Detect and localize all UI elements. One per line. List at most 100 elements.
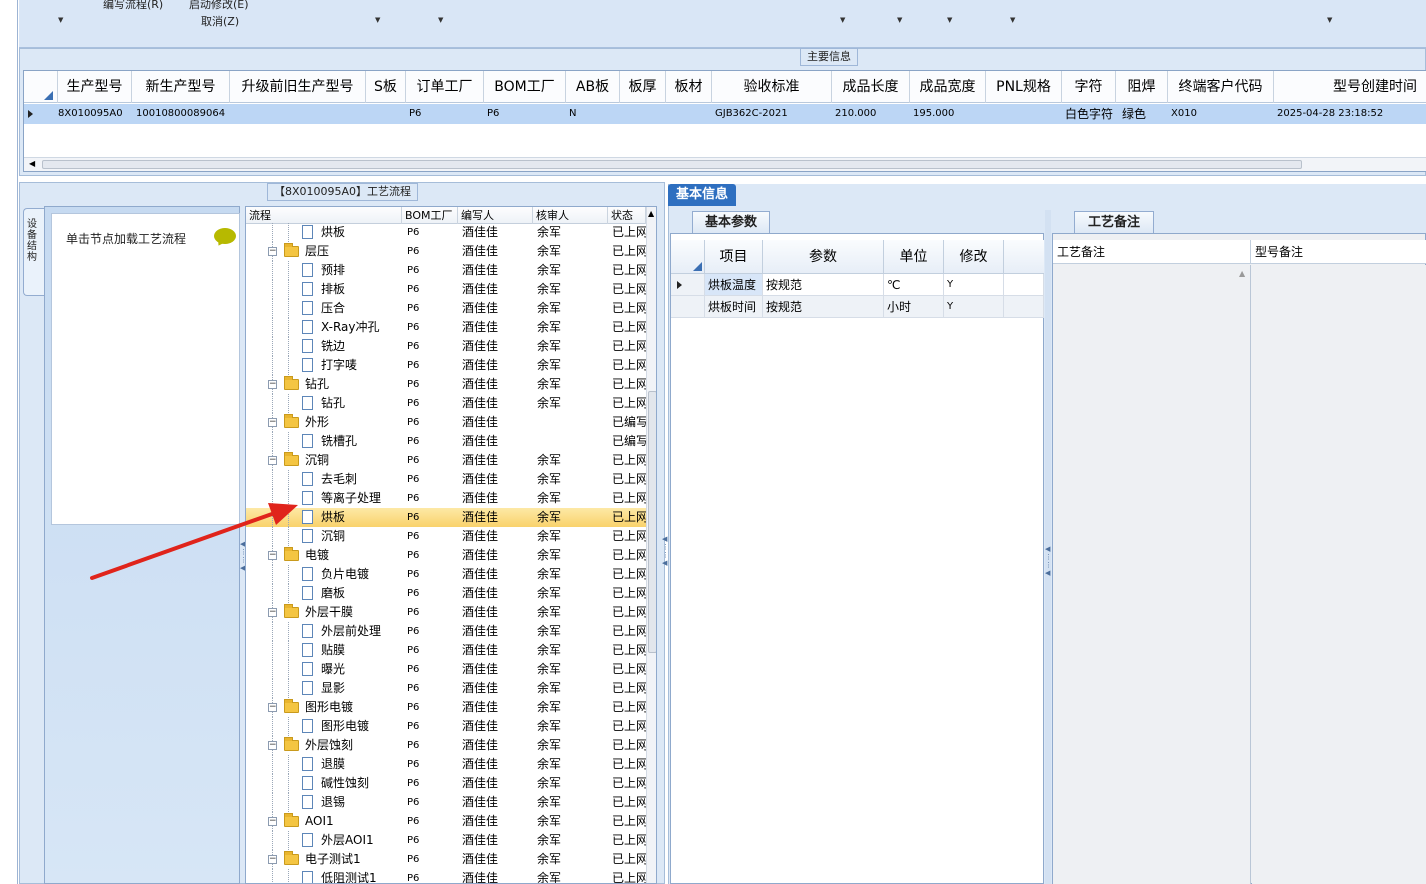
cell-checker[interactable]: 余军 (537, 470, 607, 489)
cell-width[interactable]: 195.000 (910, 104, 986, 124)
cell-bom[interactable]: P6 (407, 812, 457, 831)
cell-writer[interactable]: 酒佳佳 (462, 280, 532, 299)
cell-status[interactable]: 已上网 (612, 622, 646, 641)
cell-status[interactable]: 已上网 (612, 470, 646, 489)
dropdown-caret-icon[interactable]: ▼ (840, 16, 845, 24)
side-tab-structure[interactable]: 设备结构 (23, 208, 44, 296)
col-flow[interactable]: 流程 (246, 207, 402, 224)
tree-row[interactable]: 烘板 P6 酒佳佳 余军 已上网 (246, 508, 646, 527)
tree-row[interactable]: − 外形 P6 酒佳佳 已编写 (246, 413, 646, 432)
cell-flow-name[interactable]: 外层蚀刻 (305, 736, 401, 755)
cell-writer[interactable]: 酒佳佳 (462, 584, 532, 603)
edit-flow-button[interactable]: 编写流程(R) (103, 0, 163, 12)
cell-checker[interactable]: 余军 (537, 527, 607, 546)
col-length[interactable]: 成品长度 (832, 71, 910, 103)
collapse-icon[interactable]: − (268, 380, 277, 389)
cell-flow-name[interactable]: 退锡 (321, 793, 401, 812)
collapse-icon[interactable]: − (268, 418, 277, 427)
col-customer[interactable]: 终端客户代码 (1168, 71, 1274, 103)
cell-bom[interactable]: P6 (407, 375, 457, 394)
cell-status[interactable]: 已上网 (612, 679, 646, 698)
cell-flow-name[interactable]: X-Ray冲孔 (321, 318, 401, 337)
cell-item[interactable]: 烘板温度 (705, 274, 763, 296)
tree-row[interactable]: 显影 P6 酒佳佳 余军 已上网 (246, 679, 646, 698)
cell-flow-name[interactable]: 烘板 (321, 508, 401, 527)
cell-writer[interactable]: 酒佳佳 (462, 793, 532, 812)
cell-checker[interactable]: 余军 (537, 280, 607, 299)
cell-status[interactable]: 已编写 (612, 413, 646, 432)
tree-row[interactable]: 负片电镀 P6 酒佳佳 余军 已上网 (246, 565, 646, 584)
tree-row[interactable]: − 外层干膜 P6 酒佳佳 余军 已上网 (246, 603, 646, 622)
tree-row[interactable]: 压合 P6 酒佳佳 余军 已上网 (246, 299, 646, 318)
col-modify[interactable]: 修改 (944, 240, 1004, 274)
cell-bom[interactable]: P6 (407, 337, 457, 356)
col-thickness[interactable]: 板厚 (620, 71, 666, 103)
tree-row[interactable]: X-Ray冲孔 P6 酒佳佳 余军 已上网 (246, 318, 646, 337)
cell-bom[interactable]: P6 (407, 261, 457, 280)
cell-writer[interactable]: 酒佳佳 (462, 622, 532, 641)
tree-row[interactable]: 铣槽孔 P6 酒佳佳 已编写 (246, 432, 646, 451)
cell-status[interactable]: 已上网 (612, 736, 646, 755)
collapse-icon[interactable]: − (268, 741, 277, 750)
cell-status[interactable]: 已上网 (612, 356, 646, 375)
tree-row[interactable]: 退膜 P6 酒佳佳 余军 已上网 (246, 755, 646, 774)
cell-flow-name[interactable]: 压合 (321, 299, 401, 318)
cell-writer[interactable]: 酒佳佳 (462, 489, 532, 508)
tab-basic-info[interactable]: 基本信息 (668, 184, 736, 206)
cell-writer[interactable]: 酒佳佳 (462, 413, 532, 432)
cell-flow-name[interactable]: 显影 (321, 679, 401, 698)
col-pnl[interactable]: PNL规格 (986, 71, 1062, 103)
cell-writer[interactable]: 酒佳佳 (462, 451, 532, 470)
tab-basic-params[interactable]: 基本参数 (692, 211, 770, 233)
cell-status[interactable]: 已上网 (612, 318, 646, 337)
cell-flow-name[interactable]: 等离子处理 (321, 489, 401, 508)
cell-writer[interactable]: 酒佳佳 (462, 774, 532, 793)
cell-writer[interactable]: 酒佳佳 (462, 470, 532, 489)
cell-flow-name[interactable]: 去毛刺 (321, 470, 401, 489)
dropdown-caret-icon[interactable]: ▼ (947, 16, 952, 24)
scroll-up-icon[interactable]: ▲ (648, 209, 654, 218)
col-param[interactable]: 参数 (763, 240, 884, 274)
cell-bom[interactable]: P6 (407, 622, 457, 641)
cell-bom[interactable]: P6 (407, 565, 457, 584)
dropdown-caret-icon[interactable]: ▼ (1327, 16, 1332, 24)
cell-param[interactable]: 按规范 (763, 296, 884, 318)
cell-checker[interactable]: 余军 (537, 698, 607, 717)
cell-writer[interactable]: 酒佳佳 (462, 299, 532, 318)
cell-status[interactable]: 已上网 (612, 565, 646, 584)
cell-status[interactable]: 已上网 (612, 812, 646, 831)
cell-bom[interactable]: P6 (407, 432, 457, 451)
cell-bom[interactable]: P6 (407, 508, 457, 527)
tree-row[interactable]: 沉铜 P6 酒佳佳 余军 已上网 (246, 527, 646, 546)
col-material[interactable]: 板材 (666, 71, 712, 103)
cell-checker[interactable]: 余军 (537, 679, 607, 698)
cell-status[interactable]: 已上网 (612, 489, 646, 508)
collapse-icon[interactable]: − (268, 247, 277, 256)
horizontal-scrollbar[interactable]: ◀ (24, 157, 1426, 171)
cell-status[interactable]: 已上网 (612, 717, 646, 736)
cell-checker[interactable]: 余军 (537, 755, 607, 774)
cell-status[interactable]: 已上网 (612, 242, 646, 261)
cell-status[interactable]: 已上网 (612, 451, 646, 470)
scroll-left-icon[interactable]: ◀ (29, 159, 35, 168)
cell-checker[interactable]: 余军 (537, 850, 607, 869)
cell-checker[interactable]: 余军 (537, 394, 607, 413)
tree-row[interactable]: 外层前处理 P6 酒佳佳 余军 已上网 (246, 622, 646, 641)
cell-status[interactable]: 已编写 (612, 432, 646, 451)
cell-bom-factory[interactable]: P6 (484, 104, 566, 124)
cell-flow-name[interactable]: 图形电镀 (321, 717, 401, 736)
cell-bom[interactable]: P6 (407, 394, 457, 413)
cell-order-factory[interactable]: P6 (406, 104, 484, 124)
cell-flow-name[interactable]: 低阻测试1 (321, 869, 401, 883)
cell-status[interactable]: 已上网 (612, 869, 646, 883)
cell-writer[interactable]: 酒佳佳 (462, 565, 532, 584)
cell-flow-name[interactable]: 电镀 (305, 546, 401, 565)
cell-checker[interactable]: 余军 (537, 774, 607, 793)
cell-status[interactable]: 已上网 (612, 394, 646, 413)
cell-flow-name[interactable]: 碱性蚀刻 (321, 774, 401, 793)
tree-row[interactable]: − 电镀 P6 酒佳佳 余军 已上网 (246, 546, 646, 565)
tree-row[interactable]: 贴膜 P6 酒佳佳 余军 已上网 (246, 641, 646, 660)
col-unit[interactable]: 单位 (884, 240, 944, 274)
cell-item[interactable]: 烘板时间 (705, 296, 763, 318)
cell-flow-name[interactable]: 外层前处理 (321, 622, 401, 641)
